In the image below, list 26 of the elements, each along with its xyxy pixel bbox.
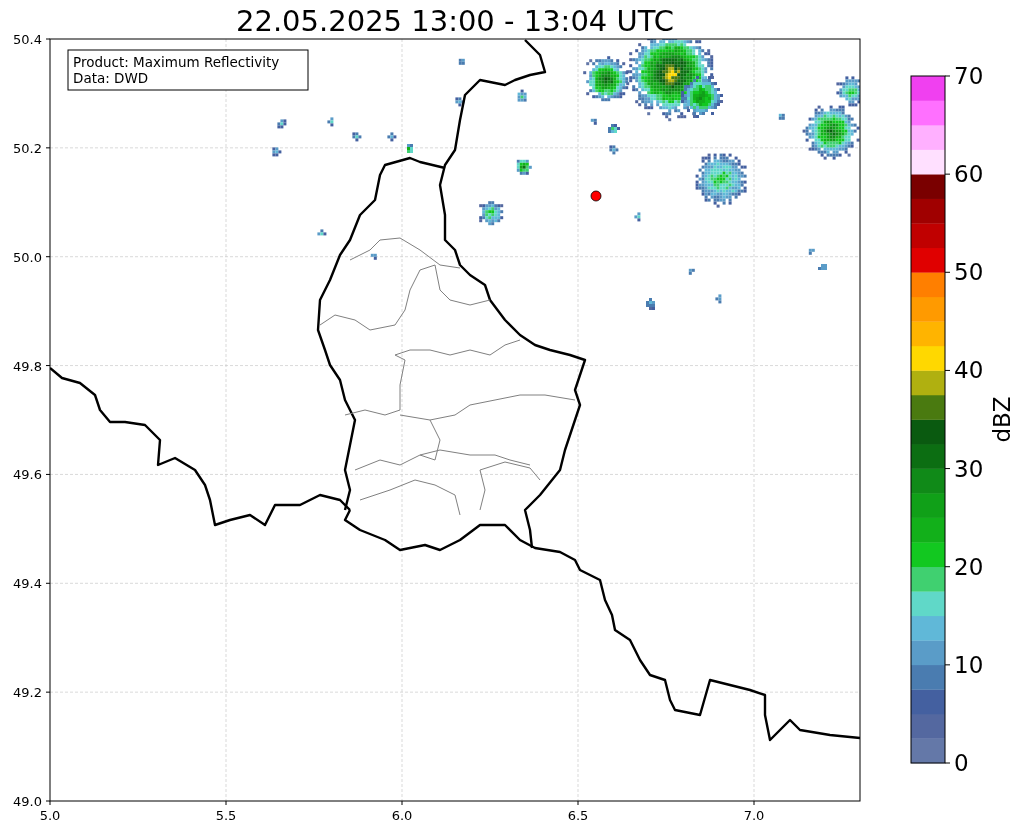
y-tick-label: 49.2 [13,685,42,701]
colorbar-label: dBZ [989,396,1015,443]
chart-title: 22.05.2025 13:00 - 13:04 UTC [236,4,674,38]
colorbar-tick-label: 50 [954,259,984,286]
colorbar-tick-label: 70 [954,63,984,89]
y-tick-label: 49.8 [13,358,42,374]
y-tick-label: 49.6 [13,467,42,483]
colorbar-tick-label: 20 [954,553,984,580]
y-tick-label: 50.4 [13,32,42,47]
x-tick-label: 6.0 [391,808,413,823]
colorbar-tick-label: 40 [954,357,984,384]
colorbar-tick-label: 10 [954,651,984,678]
colorbar-tick-label: 0 [954,750,969,776]
x-tick-label: 5.0 [39,808,61,823]
info-text: Product: Maximum Reflectivity [73,54,280,70]
x-tick-label: 7.0 [743,808,765,823]
y-tick-label: 50.2 [13,140,42,156]
x-tick-label: 5.5 [215,808,237,823]
colorbar-tick-label: 30 [954,455,984,482]
info-text: Data: DWD [73,70,149,86]
y-tick-label: 49.4 [13,576,42,592]
y-tick-label: 49.0 [13,794,42,809]
y-tick-label: 50.0 [13,249,42,265]
station-marker [590,190,602,202]
x-tick-label: 6.5 [567,808,589,823]
colorbar-tick-label: 60 [954,161,984,188]
